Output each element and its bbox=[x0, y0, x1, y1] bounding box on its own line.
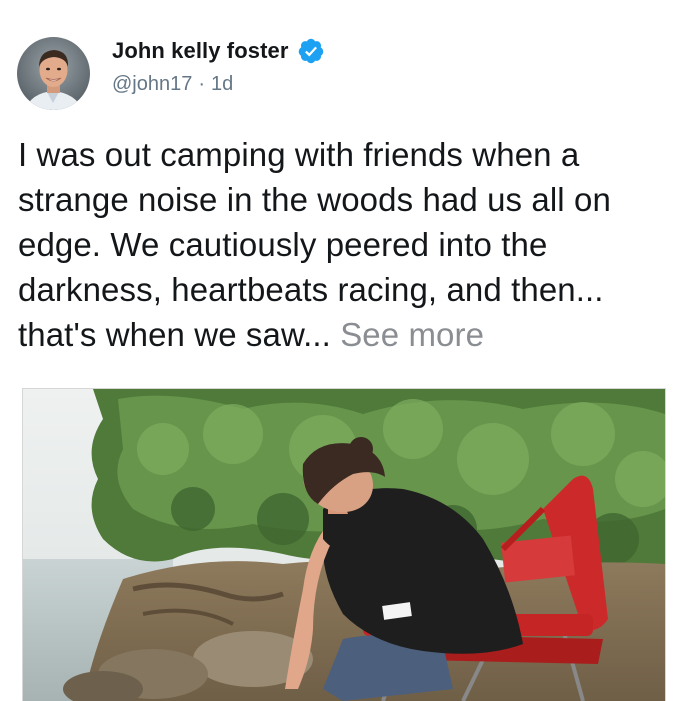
verified-badge-icon bbox=[297, 37, 325, 65]
author-meta-row: @john17 · 1d bbox=[112, 73, 233, 96]
see-more-link[interactable]: See more bbox=[340, 316, 484, 353]
author-display-name[interactable]: John kelly foster bbox=[112, 38, 289, 64]
camping-photo-illustration bbox=[23, 389, 665, 701]
avatar[interactable] bbox=[17, 37, 90, 110]
tweet-card: John kelly foster @john17 · 1d I was out… bbox=[0, 0, 700, 701]
tweet-timestamp[interactable]: 1d bbox=[211, 73, 233, 96]
tweet-photo[interactable] bbox=[22, 388, 666, 701]
tweet-text-block: I was out camping with friends when a st… bbox=[18, 132, 686, 357]
meta-separator: · bbox=[198, 73, 206, 95]
author-handle[interactable]: @john17 bbox=[112, 73, 192, 96]
author-name-row: John kelly foster bbox=[112, 37, 325, 65]
tweet-body: I was out camping with friends when a st… bbox=[18, 136, 611, 353]
